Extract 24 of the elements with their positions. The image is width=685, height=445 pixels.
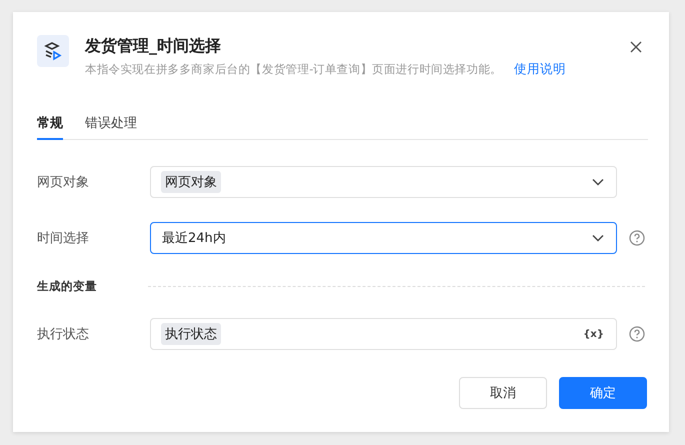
dropdown[interactable]: 最近24h内	[150, 222, 617, 254]
field-value: 最近24h内	[162, 230, 227, 247]
field-label: 执行状态	[37, 326, 90, 343]
chevron-down-icon	[592, 178, 604, 186]
description-text: 本指令实现在拼多多商家后台的【发货管理-订单查询】页面进行时间选择功能。	[85, 62, 502, 77]
section-title: 生成的变量	[37, 278, 98, 294]
help-link[interactable]: 使用说明	[514, 61, 566, 78]
tab[interactable]: 错误处理	[85, 114, 137, 140]
input-field[interactable]: 执行状态 {x}	[150, 318, 617, 350]
close-icon[interactable]	[630, 41, 642, 53]
value-tag: 执行状态	[161, 323, 221, 345]
help-icon[interactable]	[629, 326, 645, 342]
variable-icon[interactable]: {x}	[583, 328, 604, 340]
dialog-title: 发货管理_时间选择	[85, 35, 222, 57]
dropdown[interactable]: 网页对象	[150, 166, 617, 198]
help-icon[interactable]	[629, 230, 645, 246]
cancel-button[interactable]: 取消	[459, 377, 547, 409]
field-label: 网页对象	[37, 174, 90, 191]
field-label: 时间选择	[37, 230, 90, 247]
tab[interactable]: 常规	[37, 114, 63, 140]
layers-icon	[37, 35, 69, 67]
chevron-down-icon	[592, 234, 604, 242]
value-tag: 网页对象	[161, 171, 221, 193]
confirm-button[interactable]: 确定	[559, 377, 647, 409]
